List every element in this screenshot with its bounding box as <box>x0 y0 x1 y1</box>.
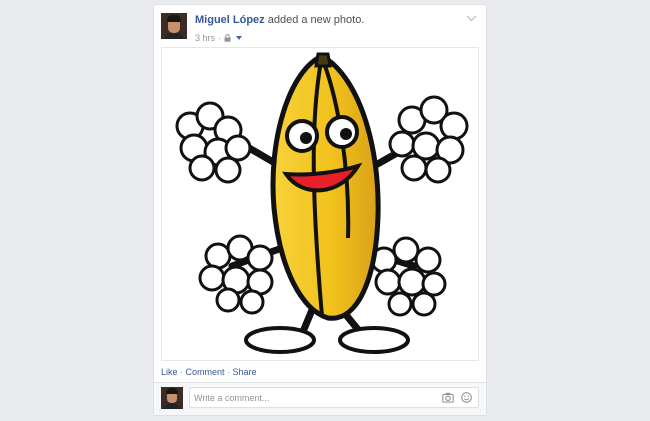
like-link[interactable]: Like <box>161 367 178 377</box>
comment-box <box>189 387 479 408</box>
emoji-icon[interactable] <box>461 392 472 403</box>
camera-icon[interactable] <box>442 392 454 403</box>
post-action-text: added a new photo. <box>264 14 365 26</box>
viewer-avatar <box>161 387 183 409</box>
post-timestamp[interactable]: 3 hrs <box>195 33 215 43</box>
post-header: Miguel López added a new photo. 3 hrs · <box>161 13 479 45</box>
author-avatar[interactable] <box>161 13 187 39</box>
author-name-link[interactable]: Miguel López <box>195 14 265 26</box>
privacy-lock-icon[interactable] <box>224 34 231 42</box>
comment-input[interactable] <box>194 388 424 407</box>
meta-separator: · <box>218 33 222 43</box>
pompom-top-left <box>175 101 252 184</box>
action-separator: · <box>224 367 233 377</box>
post-headline: Miguel López added a new photo. <box>195 14 364 26</box>
comment-composer <box>154 382 486 415</box>
pompom-bottom-left <box>198 234 274 315</box>
post-photo[interactable] <box>161 47 479 361</box>
comment-link[interactable]: Comment <box>186 367 225 377</box>
post-options-chevron-icon[interactable] <box>466 15 477 22</box>
post-meta: 3 hrs · <box>195 33 244 43</box>
pompom-bottom-right <box>370 236 447 317</box>
banana-cheerleader-image <box>175 52 469 354</box>
share-link[interactable]: Share <box>233 367 257 377</box>
audience-caret-icon[interactable] <box>234 35 244 41</box>
feed-post-card: Miguel López added a new photo. 3 hrs · <box>153 4 487 416</box>
action-separator: · <box>177 367 186 377</box>
pompom-top-right <box>388 95 469 184</box>
post-actions: Like · Comment · Share <box>161 367 257 377</box>
